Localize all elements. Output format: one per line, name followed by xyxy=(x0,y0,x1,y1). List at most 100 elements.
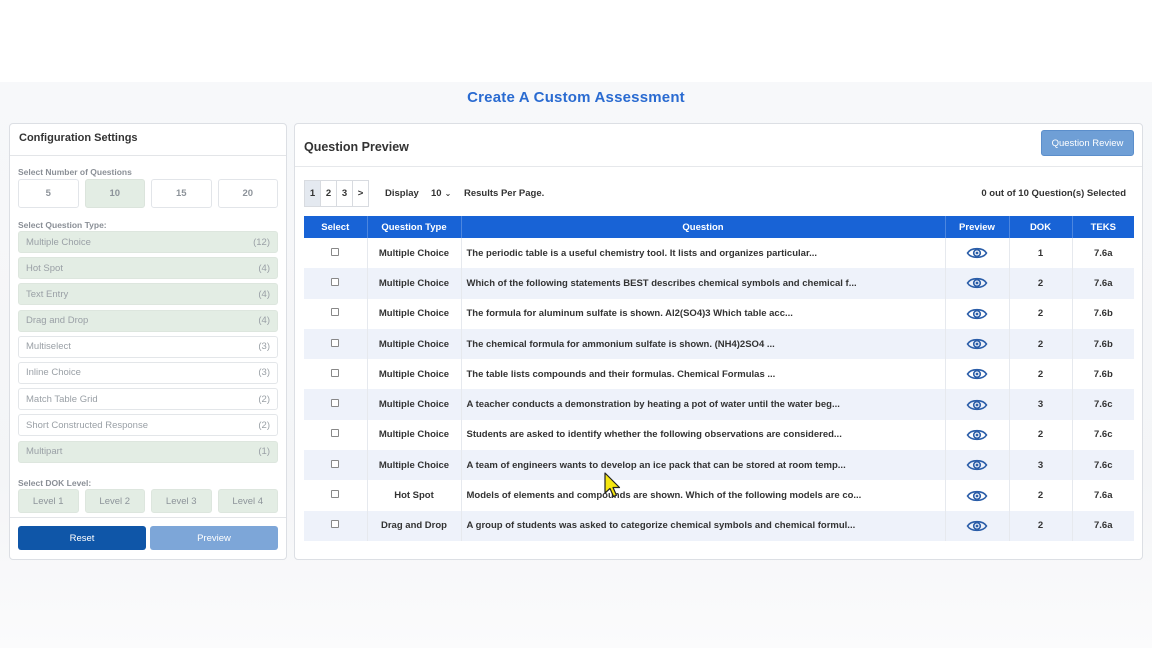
select-checkbox[interactable] xyxy=(331,459,340,468)
question-type-cell: Multiple Choice xyxy=(367,328,462,360)
config-divider xyxy=(10,517,286,518)
select-checkbox[interactable] xyxy=(331,308,340,317)
question-type-item[interactable]: Multipart (1) xyxy=(18,440,278,463)
results-per-page-select[interactable]: 10 ⌄ xyxy=(431,188,451,199)
dok-level-option[interactable]: Level 2 xyxy=(84,489,145,513)
question-type-item[interactable]: Match Table Grid (2) xyxy=(18,388,278,411)
question-type-count: (4) xyxy=(258,262,270,274)
question-type-count: (2) xyxy=(258,419,270,431)
select-checkbox[interactable] xyxy=(331,247,340,256)
teks-cell: 7.6c xyxy=(1072,389,1134,420)
eye-icon[interactable] xyxy=(966,489,988,503)
question-type-item[interactable]: Short Constructed Response (2) xyxy=(18,414,278,437)
select-cell xyxy=(304,389,368,420)
preview-cell xyxy=(945,238,1010,269)
preview-button[interactable]: Preview xyxy=(150,526,278,550)
select-cell xyxy=(304,328,368,360)
page-button[interactable]: 2 xyxy=(320,180,337,207)
eye-icon[interactable] xyxy=(966,398,988,412)
eye-icon[interactable] xyxy=(966,246,988,260)
question-type-count: (4) xyxy=(258,315,270,327)
dok-cell: 3 xyxy=(1009,450,1073,481)
reset-button[interactable]: Reset xyxy=(18,526,146,550)
question-type-item[interactable]: Multiselect (3) xyxy=(18,335,278,358)
select-checkbox[interactable] xyxy=(331,368,340,377)
table-row: Multiple Choice The table lists compounds… xyxy=(304,359,1134,390)
select-cell xyxy=(304,268,368,299)
column-header: Question Type xyxy=(367,216,462,238)
column-header: Preview xyxy=(945,216,1010,238)
question-count-option-15[interactable]: 15 xyxy=(151,179,212,208)
question-type-item[interactable]: Drag and Drop (4) xyxy=(18,309,278,332)
select-cell xyxy=(304,450,368,481)
question-text-cell: Which of the following statements BEST d… xyxy=(461,268,946,299)
results-per-page-label: Results Per Page. xyxy=(464,188,545,199)
preview-cell xyxy=(945,480,1010,511)
select-cell xyxy=(304,419,368,451)
teks-cell: 7.6a xyxy=(1072,480,1134,511)
question-text-cell: The chemical formula for ammonium sulfat… xyxy=(461,328,946,360)
select-cell xyxy=(304,298,368,329)
select-checkbox[interactable] xyxy=(331,429,340,438)
question-text-cell: A group of students was asked to categor… xyxy=(461,510,946,541)
select-checkbox[interactable] xyxy=(331,277,340,286)
question-type-item[interactable]: Text Entry (4) xyxy=(18,283,278,306)
preview-cell xyxy=(945,450,1010,481)
question-count-option-10[interactable]: 10 xyxy=(84,179,145,208)
dok-level-option[interactable]: Level 3 xyxy=(151,489,212,513)
column-header: DOK xyxy=(1009,216,1073,238)
table-row: Multiple Choice Students are asked to ide… xyxy=(304,419,1134,451)
dok-cell: 2 xyxy=(1009,268,1073,299)
table-row: Multiple Choice A team of engineers wants… xyxy=(304,450,1134,481)
eye-icon[interactable] xyxy=(966,337,988,351)
questions-table: Select Question Type Question Preview DOK TEK… xyxy=(304,216,1134,541)
question-type-label: Match Table Grid xyxy=(26,393,98,405)
dok-cell: 3 xyxy=(1009,389,1073,420)
question-count-option-5[interactable]: 5 xyxy=(18,179,79,208)
eye-icon[interactable] xyxy=(966,276,988,290)
question-review-button[interactable]: Question Review xyxy=(1041,130,1134,156)
table-row: Multiple Choice A teacher conducts a demo… xyxy=(304,389,1134,420)
teks-cell: 7.6c xyxy=(1072,419,1134,451)
question-type-cell: Multiple Choice xyxy=(367,419,462,451)
preview-cell xyxy=(945,419,1010,451)
question-type-cell: Multiple Choice xyxy=(367,389,462,420)
eye-icon[interactable] xyxy=(966,458,988,472)
question-type-item[interactable]: Multiple Choice (12) xyxy=(18,231,278,253)
select-checkbox[interactable] xyxy=(331,520,340,529)
question-type-item[interactable]: Hot Spot (4) xyxy=(18,257,278,280)
dok-cell: 2 xyxy=(1009,328,1073,360)
question-type-count: (12) xyxy=(253,236,270,248)
question-count-option-20[interactable]: 20 xyxy=(217,179,278,208)
select-checkbox[interactable] xyxy=(331,490,340,499)
teks-cell: 7.6a xyxy=(1072,268,1134,299)
eye-icon[interactable] xyxy=(966,367,988,381)
dok-level-option[interactable]: Level 1 xyxy=(18,489,79,513)
preview-cell xyxy=(945,510,1010,541)
select-checkbox[interactable] xyxy=(331,338,340,347)
preview-cell xyxy=(945,328,1010,360)
preview-title-divider xyxy=(295,166,1142,167)
question-preview-title: Question Preview xyxy=(304,140,409,154)
column-header: TEKS xyxy=(1072,216,1134,238)
display-label: Display xyxy=(385,188,419,199)
column-header: Question xyxy=(461,216,946,238)
question-type-item[interactable]: Inline Choice (3) xyxy=(18,361,278,384)
eye-icon[interactable] xyxy=(966,428,988,442)
question-type-label: Multiselect xyxy=(26,341,71,353)
number-of-questions-label: Select Number of Questions xyxy=(18,167,132,177)
preview-cell xyxy=(945,389,1010,420)
select-checkbox[interactable] xyxy=(331,399,340,408)
dok-level-option[interactable]: Level 4 xyxy=(217,489,278,513)
eye-icon[interactable] xyxy=(966,307,988,321)
page-button[interactable]: 1 xyxy=(304,180,321,207)
page-button[interactable]: 3 xyxy=(336,180,353,207)
table-row: Multiple Choice The periodic table is a u… xyxy=(304,238,1134,269)
next-page-button[interactable]: > xyxy=(352,180,369,207)
teks-cell: 7.6b xyxy=(1072,328,1134,360)
teks-cell: 7.6a xyxy=(1072,238,1134,269)
table-row: Multiple Choice Which of the following st… xyxy=(304,268,1134,299)
question-type-cell: Multiple Choice xyxy=(367,268,462,299)
table-row: Multiple Choice The formula for aluminum … xyxy=(304,298,1134,329)
eye-icon[interactable] xyxy=(966,519,988,533)
